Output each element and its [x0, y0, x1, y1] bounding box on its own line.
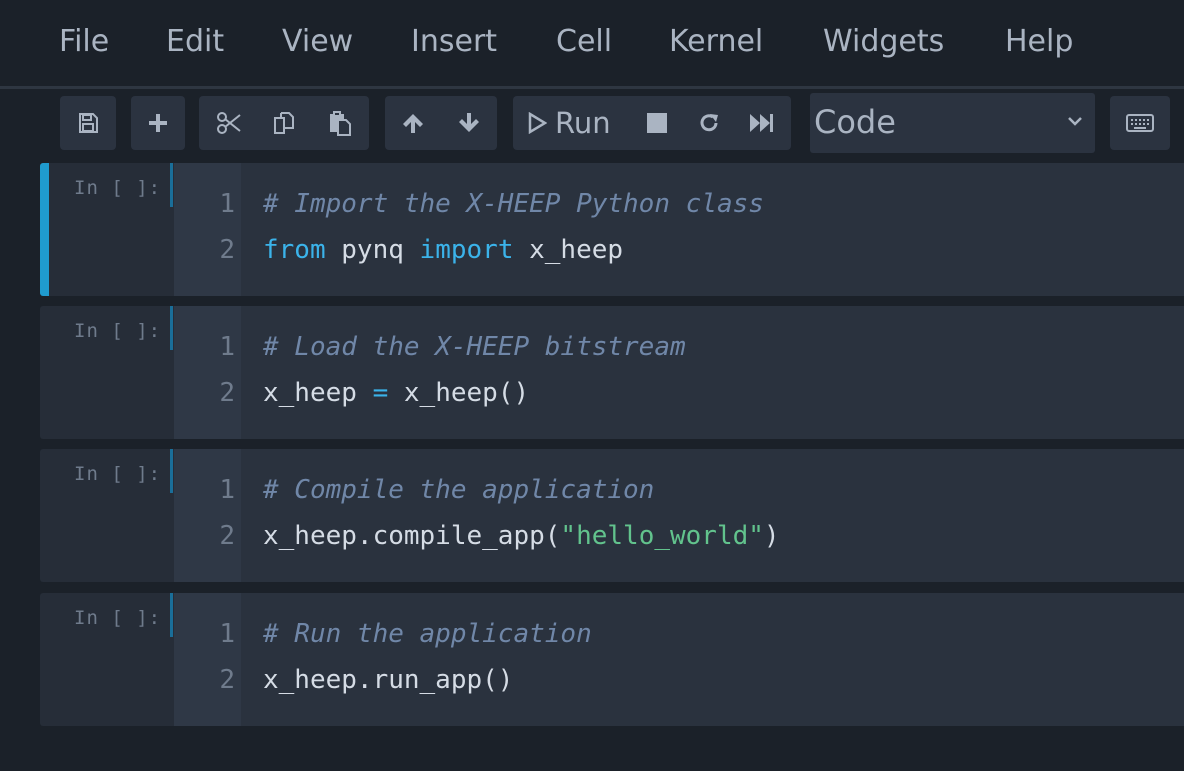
code-editor[interactable]: # Compile the application x_heep.compile_…: [241, 449, 1184, 582]
code-token: import: [419, 235, 514, 265]
line-number: 1: [219, 189, 235, 219]
menu-widgets[interactable]: Widgets: [823, 22, 944, 62]
cell-prompt: In [ ]:: [74, 320, 162, 342]
code-token: =: [372, 378, 389, 408]
code-line: # Compile the application: [263, 473, 654, 507]
code-token: # Load the X-HEEP bitstream: [263, 332, 686, 362]
save-button[interactable]: [60, 96, 116, 150]
code-line: # Load the X-HEEP bitstream: [263, 330, 686, 364]
run-button[interactable]: Run: [527, 96, 633, 150]
chevron-down-icon: [1068, 117, 1082, 126]
restart-kernel-button[interactable]: [687, 96, 731, 150]
line-number: 2: [219, 378, 235, 408]
line-number: 2: [219, 665, 235, 695]
copy-icon: [274, 112, 294, 134]
scissors-icon: [217, 112, 241, 134]
code-editor[interactable]: # Run the application x_heep.run_app(): [241, 593, 1184, 726]
cut-button[interactable]: [201, 96, 257, 150]
code-cell[interactable]: In [ ]: 1 2 # Import the X-HEEP Python clas…: [40, 163, 1184, 296]
toolbar-move-group: [385, 96, 497, 150]
line-number-gutter: 12: [174, 593, 241, 726]
prompt-divider: [170, 306, 173, 350]
command-palette-button[interactable]: [1110, 96, 1170, 150]
line-number: 1: [219, 619, 235, 649]
menu-file[interactable]: File: [59, 22, 109, 62]
move-down-button[interactable]: [441, 96, 497, 150]
toolbar-run-group: Run: [513, 96, 791, 150]
menu-edit[interactable]: Edit: [166, 22, 224, 62]
cell-prompt: In [ ]:: [74, 463, 162, 485]
code-line: from pynq import x_heep: [263, 233, 623, 267]
code-token: x_heep(): [388, 378, 530, 408]
toolbar-save-group: [60, 96, 116, 150]
code-line: x_heep = x_heep(): [263, 376, 529, 410]
line-number: 1: [219, 475, 235, 505]
code-editor[interactable]: # Import the X-HEEP Python class from pyn…: [241, 163, 1184, 296]
play-icon: [528, 112, 547, 134]
code-token: "hello_world": [560, 521, 764, 551]
prompt-divider: [170, 449, 173, 493]
code-token: x_heep.compile_app(: [263, 521, 561, 551]
run-label: Run: [555, 106, 611, 140]
menu-cell[interactable]: Cell: [556, 22, 612, 62]
code-token: x_heep: [513, 235, 624, 265]
line-number-gutter: 12: [174, 449, 241, 582]
code-cell[interactable]: In [ ]: 1 2 # Run the application x_heep.run…: [40, 593, 1184, 726]
menu-view[interactable]: View: [282, 22, 353, 62]
interrupt-button[interactable]: [635, 96, 679, 150]
code-editor[interactable]: # Load the X-HEEP bitstream x_heep = x_he…: [241, 306, 1184, 439]
code-cell[interactable]: In [ ]: 1 2 # Load the X-HEEP bitstream x_he…: [40, 306, 1184, 439]
prompt-divider: [170, 593, 173, 637]
line-number-gutter: 12: [174, 306, 241, 439]
arrow-down-icon: [459, 113, 479, 132]
paste-icon: [330, 111, 351, 136]
move-up-button[interactable]: [385, 96, 441, 150]
code-line: # Import the X-HEEP Python class: [263, 187, 764, 221]
code-line: x_heep.compile_app("hello_world"): [263, 519, 780, 553]
cell-prompt: In [ ]:: [74, 177, 162, 199]
restart-icon: [700, 114, 718, 132]
toolbar-clipboard-group: [199, 96, 369, 150]
menu-help[interactable]: Help: [1005, 22, 1073, 62]
save-icon: [79, 113, 98, 133]
copy-button[interactable]: [256, 96, 312, 150]
keyboard-icon: [1126, 114, 1154, 132]
line-number: 1: [219, 332, 235, 362]
code-cell[interactable]: In [ ]: 1 2 # Compile the application x_heep…: [40, 449, 1184, 582]
arrow-up-icon: [403, 114, 423, 133]
cell-prompt: In [ ]:: [74, 607, 162, 629]
menu-insert[interactable]: Insert: [411, 22, 497, 62]
toolbar-keyboard-group: [1110, 96, 1170, 150]
code-token: # Run the application: [263, 619, 592, 649]
cell-type-select[interactable]: Code: [810, 93, 1095, 153]
cell-selection-indicator: [40, 163, 49, 296]
toolbar-insert-group: [131, 96, 185, 150]
insert-cell-button[interactable]: [131, 96, 185, 150]
paste-button[interactable]: [312, 96, 368, 150]
cell-type-value: Code: [814, 103, 896, 141]
run-all-button[interactable]: [739, 96, 783, 150]
code-token: ): [763, 521, 780, 551]
plus-icon: [149, 114, 167, 132]
fast-forward-icon: [750, 114, 773, 132]
line-number-gutter: 12: [174, 163, 241, 296]
code-token: # Compile the application: [263, 475, 655, 505]
menu-bar: File Edit View Insert Cell Kernel Widget…: [0, 0, 1184, 89]
code-line: # Run the application: [263, 617, 592, 651]
line-number: 2: [219, 521, 235, 551]
prompt-divider: [170, 163, 173, 207]
line-number: 2: [219, 235, 235, 265]
stop-icon: [647, 113, 667, 133]
code-token: x_heep.run_app(): [263, 665, 514, 695]
menu-kernel[interactable]: Kernel: [669, 22, 763, 62]
code-token: from: [263, 235, 326, 265]
code-token: # Import the X-HEEP Python class: [263, 189, 764, 219]
code-token: x_heep: [263, 378, 373, 408]
code-token: pynq: [325, 235, 420, 265]
code-line: x_heep.run_app(): [263, 663, 513, 697]
